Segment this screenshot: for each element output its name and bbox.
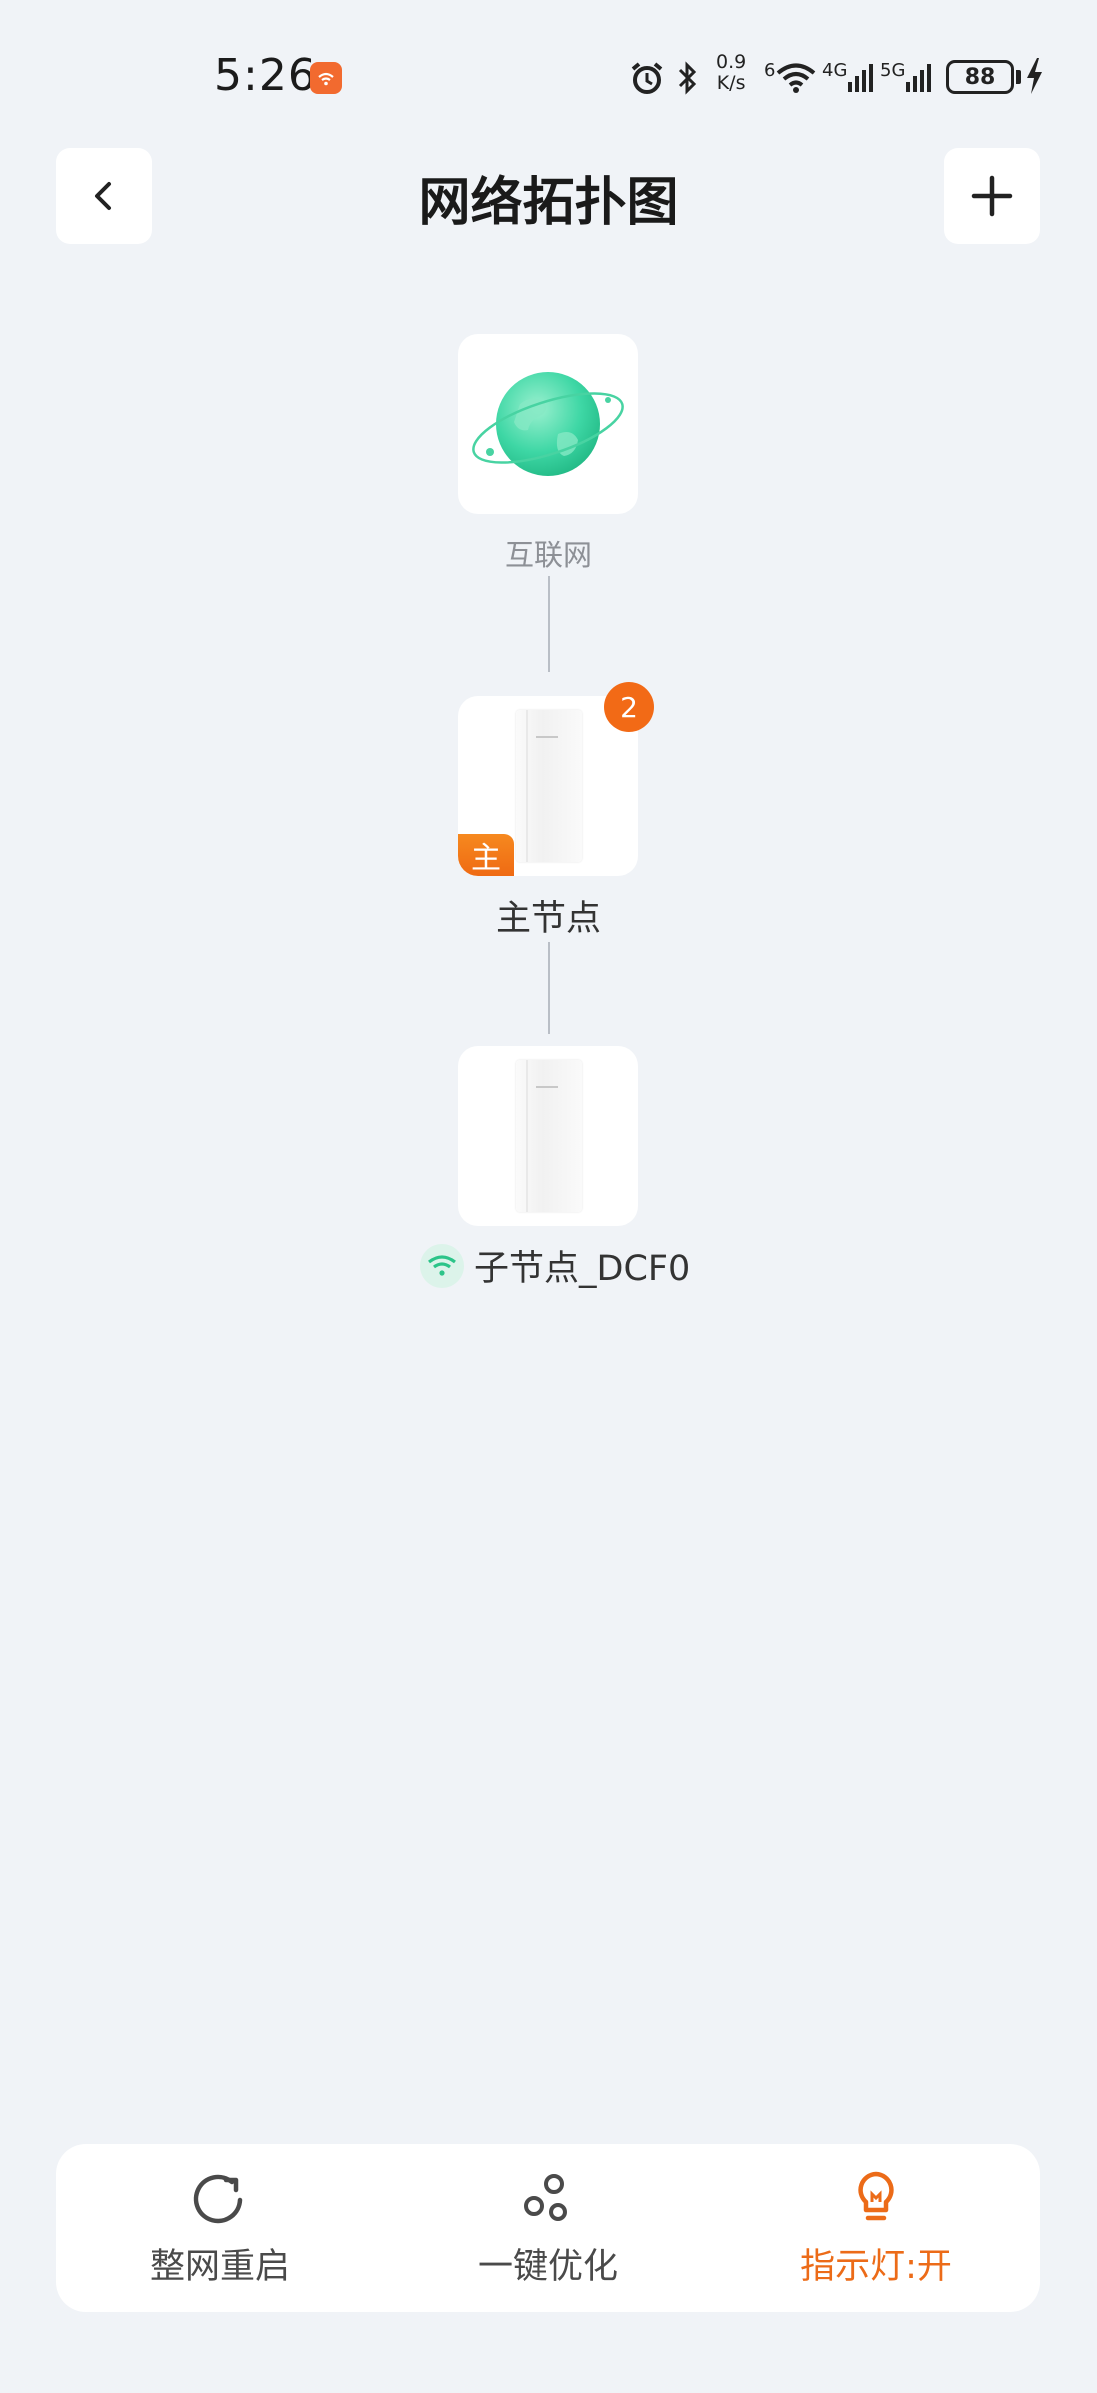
bottom-action-bar: 整网重启 一键优化 指示灯:开 [56, 2144, 1040, 2312]
network-speed: 0.9 K/s [716, 51, 747, 94]
plus-icon [971, 175, 1013, 217]
router-image [516, 1060, 582, 1212]
connected-count-badge: 2 [604, 682, 654, 732]
status-time: 5:26 [214, 50, 317, 101]
one-click-optimize-button[interactable]: 一键优化 [384, 2144, 712, 2312]
internet-label: 互联网 [504, 538, 592, 572]
add-node-button[interactable] [944, 148, 1040, 244]
charging-icon [1024, 56, 1044, 100]
battery-indicator: 88 [946, 60, 1014, 94]
battery-tip [1016, 70, 1021, 84]
main-node-label: 主节点 [495, 899, 601, 939]
refresh-icon [192, 2168, 248, 2228]
internet-node[interactable] [458, 334, 638, 514]
indicator-light-toggle[interactable]: 指示灯:开 [712, 2144, 1040, 2312]
cellular-5g-icon: 5G [880, 52, 935, 104]
sub-node-label: 子节点_DCF0 [474, 1249, 691, 1289]
one-click-optimize-label: 一键优化 [477, 2246, 618, 2287]
globe-icon [472, 372, 624, 476]
sub-node[interactable] [458, 1046, 638, 1226]
lightbulb-icon [848, 2168, 904, 2228]
page-title: 网络拓扑图 [418, 173, 679, 233]
restart-network-label: 整网重启 [149, 2246, 290, 2287]
restart-network-button[interactable]: 整网重启 [56, 2144, 384, 2312]
link-line [548, 942, 550, 1034]
cellular-4g-icon: 4G [822, 52, 877, 104]
wifi-signal-icon: 6 [764, 52, 817, 104]
app-notification-icon [310, 62, 342, 94]
router-image [516, 710, 582, 862]
indicator-light-label: 指示灯:开 [800, 2246, 952, 2287]
sub-node-label-row: 子节点_DCF0 [420, 1240, 690, 1291]
wifi-icon [420, 1243, 464, 1288]
main-role-badge: 主 [458, 834, 514, 876]
bluetooth-icon [676, 52, 700, 104]
optimize-icon [520, 2168, 576, 2228]
link-line [548, 576, 550, 672]
alarm-icon [628, 52, 666, 104]
